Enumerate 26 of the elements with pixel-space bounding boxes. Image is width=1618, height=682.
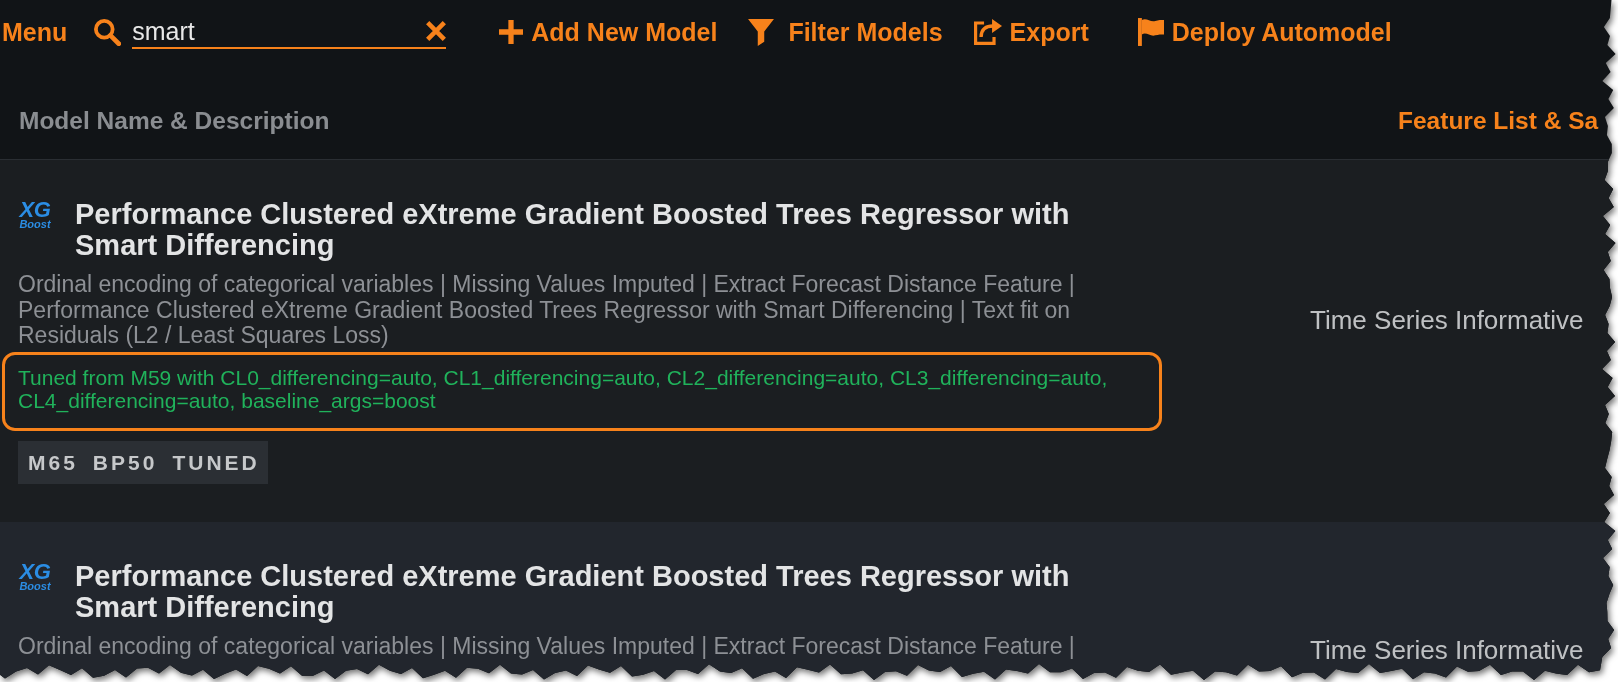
model-logo: XG Boost <box>18 561 52 591</box>
model-title: Performance Clustered eXtreme Gradient Boosted Trees Regressor with Smart Differencing <box>75 560 1071 623</box>
export-button[interactable]: Export <box>973 17 1089 47</box>
model-description: Ordinal encoding of categorical variables | Missing Values Imputed | Extract Forecast Distance Feature | Performance Clustered eXtreme Gradient Boosted Trees Regressor with Smart Differencing | Text fit on Residuals (L2 / Least Squares Loss) <box>18 272 1076 349</box>
tuning-note: Tuned from M59 with CL0_differencing=auto, CL1_differencing=auto, CL2_differencing=auto, CL3_differencing=auto, CL4_differencing=auto, baseline_args=boost <box>18 365 1109 412</box>
flag-icon <box>1137 18 1164 46</box>
model-badge: BP50 <box>83 440 164 484</box>
model-title: Performance Clustered eXtreme Gradient Boosted Trees Regressor with Smart Differencing <box>75 199 1071 261</box>
add-model-button[interactable]: Add New Model <box>499 17 718 47</box>
feature-list-cell: Time Series Informative <box>1310 307 1584 334</box>
model-logo: XG Boost <box>18 200 52 229</box>
funnel-icon <box>748 18 775 46</box>
plus-icon <box>499 20 524 44</box>
feature-list-cell: Time Series Informative <box>1310 637 1584 663</box>
clear-icon[interactable] <box>426 21 447 41</box>
search-field[interactable]: smart <box>132 16 427 46</box>
model-badge: TUNED <box>163 440 268 484</box>
filter-models-button[interactable]: Filter Models <box>748 17 943 47</box>
box-arrow-icon <box>973 19 1002 45</box>
model-description: Ordinal encoding of categorical variables | Missing Values Imputed | Extract Forecast Distance Feature | <box>18 633 1076 659</box>
model-badge: M65 <box>18 440 84 484</box>
column-header[interactable]: Model Name & Description <box>19 106 330 136</box>
menu-button[interactable]: Menu <box>2 17 68 47</box>
deploy-button[interactable]: Deploy Automodel <box>1137 17 1392 47</box>
search-icon <box>94 18 122 46</box>
column-header[interactable]: Feature List & Sa <box>1398 106 1599 136</box>
